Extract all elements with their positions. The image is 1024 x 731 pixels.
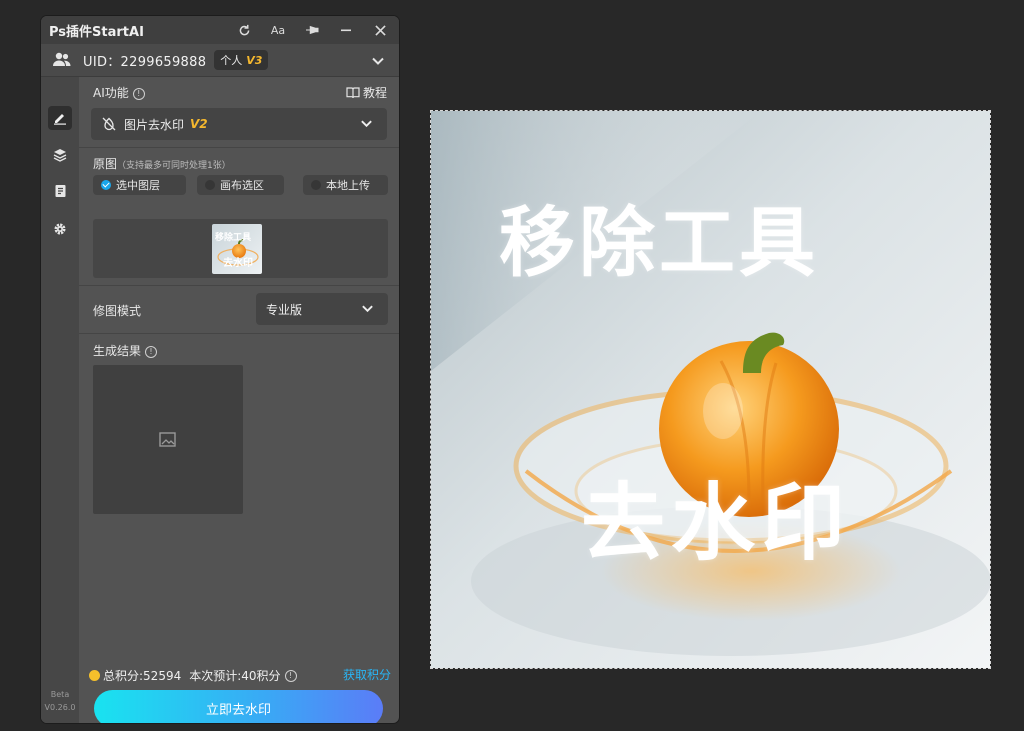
plan-label: 个人 [220, 54, 243, 67]
ai-function-select[interactable]: 图片去水印 V2 [91, 108, 387, 140]
window-title: Ps插件StartAI [49, 24, 144, 40]
info-icon[interactable]: ! [145, 345, 158, 358]
thumb-watermark-line1: 移除工具 [215, 233, 252, 243]
plan-badge: 个人 V3 [214, 50, 269, 70]
source-text: 原图 [93, 157, 118, 171]
source-label: 原图（支持最多可同时处理1张） [93, 155, 231, 172]
layers-icon[interactable] [48, 143, 72, 167]
radio-unchecked-icon [205, 180, 215, 190]
result-preview[interactable] [93, 365, 243, 514]
image-placeholder-icon [159, 432, 176, 451]
source-option-label: 选中图层 [116, 179, 160, 192]
remove-watermark-button[interactable]: 立即去水印 [94, 690, 383, 723]
result-label: 生成结果! [93, 342, 158, 359]
beta-label: Beta [50, 690, 70, 699]
radio-checked-icon [101, 180, 111, 190]
mode-label: 修图模式 [93, 304, 142, 318]
radio-unchecked-icon [311, 180, 321, 190]
mode-value: 专业版 [266, 302, 303, 317]
watermark-text-line1: 移除工具 [499, 198, 819, 287]
source-option-local-upload[interactable]: 本地上传 [303, 175, 388, 195]
plan-version: V3 [246, 53, 263, 67]
plugin-panel: Ps插件StartAI Aa UID：2299659888 个人 V3 Beta… [41, 16, 399, 723]
coin-icon [89, 670, 100, 681]
points-summary: 总积分:52594 本次预计:40积分 ! [89, 667, 297, 684]
ai-function-label: AI功能! [93, 84, 145, 101]
user-bar: UID：2299659888 个人 V3 [41, 44, 399, 77]
estimated-cost: 本次预计:40积分 [189, 669, 281, 683]
source-option-label: 画布选区 [220, 179, 264, 192]
main-content: AI功能! 教程 图片去水印 V2 原图（支持最多可同时处理1张） 选中图层 画… [79, 77, 399, 723]
source-option-canvas-selection[interactable]: 画布选区 [197, 175, 284, 195]
total-points: 总积分:52594 [103, 669, 182, 683]
source-option-selected-layer[interactable]: 选中图层 [93, 175, 186, 195]
book-icon [346, 86, 360, 98]
canvas-document[interactable]: 移除工具 去水印 [430, 110, 991, 669]
source-thumbnail[interactable]: 移除工具 去水印 [212, 224, 262, 274]
sidebar: Beta V0.26.0 [41, 77, 79, 723]
pin-icon[interactable] [303, 21, 321, 39]
info-icon[interactable]: ! [132, 87, 145, 100]
ai-function-text: AI功能 [93, 86, 129, 100]
chevron-down-icon [361, 302, 374, 318]
chevron-down-icon[interactable] [371, 53, 385, 67]
refresh-icon[interactable] [235, 21, 253, 39]
document-icon[interactable] [48, 179, 72, 203]
tutorial-link[interactable]: 教程 [346, 84, 387, 101]
user-id: UID：2299659888 [83, 54, 207, 70]
edit-icon[interactable] [48, 106, 72, 130]
settings-icon[interactable] [48, 217, 72, 241]
source-option-label: 本地上传 [326, 179, 370, 192]
divider [79, 147, 399, 148]
divider [79, 285, 399, 286]
divider [79, 333, 399, 334]
users-icon [52, 50, 72, 70]
get-points-link[interactable]: 获取积分 [343, 666, 391, 683]
watermark-off-icon [102, 117, 116, 131]
watermark-text-line2: 去水印 [581, 474, 852, 572]
minimize-icon[interactable] [337, 21, 355, 39]
chevron-down-icon [360, 117, 373, 133]
mode-select[interactable]: 专业版 [256, 293, 388, 325]
ai-function-version: V2 [190, 117, 208, 131]
thumb-watermark-line2: 去水印 [223, 258, 253, 269]
result-text: 生成结果 [93, 344, 142, 358]
font-size-icon[interactable]: Aa [269, 21, 287, 39]
close-icon[interactable] [371, 21, 389, 39]
title-bar: Ps插件StartAI Aa [41, 16, 399, 44]
ai-function-value: 图片去水印 [124, 117, 185, 132]
info-icon[interactable]: ! [284, 669, 297, 682]
tutorial-text: 教程 [362, 86, 387, 100]
source-hint: （支持最多可同时处理1张） [117, 161, 231, 171]
version-label: V0.26.0 [44, 703, 76, 712]
